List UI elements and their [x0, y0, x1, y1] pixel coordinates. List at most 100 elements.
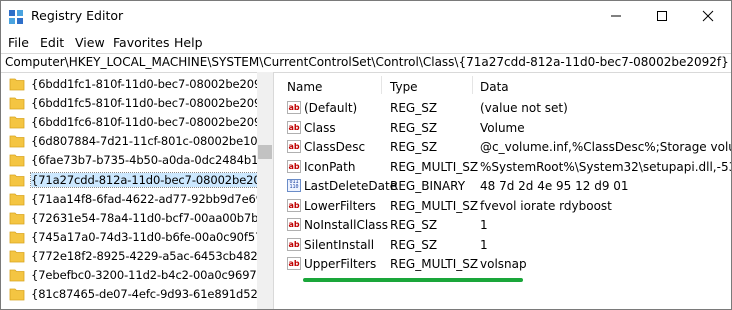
binary-value-icon: 011 110 [287, 179, 301, 192]
value-name: (Default) [304, 101, 358, 115]
tree-item[interactable]: {6fae73b7-b735-4b50-a0da-0dc2484b1f1a} [5, 151, 273, 169]
value-name: UpperFilters [304, 257, 377, 271]
tree-item-label: {71a27cdd-812a-11d0-bec7-08002be2092f} [29, 171, 273, 188]
value-data: 1 [480, 237, 488, 252]
registry-editor-app-icon [9, 10, 23, 24]
folder-icon [9, 269, 25, 282]
value-name: Class [304, 120, 336, 135]
highlight-underline [303, 278, 523, 282]
tree-item[interactable]: {72631e54-78a4-11d0-bcf7-00aa00b7b32a} [5, 209, 273, 227]
value-type: REG_BINARY [390, 179, 466, 193]
tree-item-label: {81c87465-de07-4efc-9d93-61e891d52fd2} [31, 287, 274, 302]
value-data: 1 [480, 218, 488, 232]
string-value-icon: ab [287, 120, 301, 134]
column-header-type[interactable]: Type [390, 80, 418, 94]
folder-icon [9, 212, 25, 225]
column-divider[interactable] [381, 76, 382, 94]
value-name: LastDeleteDate [304, 179, 398, 193]
value-row[interactable]: 011 110 LastDeleteDate REG_BINARY 48 7d 2d 4… [278, 176, 731, 196]
title-bar[interactable]: Registry Editor [1, 1, 731, 31]
menu-bar: File Edit View Favorites Help [1, 32, 731, 52]
maximize-button[interactable] [639, 1, 685, 31]
tree-item[interactable]: {6bdd1fc1-810f-11d0-bec7-08002be2092f} [5, 75, 273, 93]
string-value-icon: ab [287, 257, 301, 270]
value-row[interactable]: ab IconPath REG_MULTI_SZ %SystemRoot%\Syste… [278, 157, 731, 177]
value-name: SilentInstall [304, 237, 375, 252]
value-data: Volume [480, 120, 525, 135]
tree-item[interactable]: {6bdd1fc6-810f-11d0-bec7-08002be2092f} [5, 113, 273, 131]
tree-item[interactable]: {71aa14f8-6fad-4622-ad77-92bb9d7e6947} [5, 190, 273, 208]
address-bar[interactable]: Computer\HKEY_LOCAL_MACHINE\SYSTEM\Curre… [1, 53, 731, 73]
folder-icon [9, 250, 25, 263]
column-divider[interactable] [472, 76, 473, 94]
window-title: Registry Editor [31, 8, 124, 23]
tree-item-label: {7ebefbc0-3200-11d2-b4c2-00a0c9697d07} [31, 268, 274, 282]
value-row[interactable]: ab SilentInstall REG_SZ 1 [278, 235, 731, 255]
value-row[interactable]: ab NoInstallClass REG_SZ 1 [278, 215, 731, 235]
value-type: REG_SZ [390, 120, 438, 135]
tree-item-label: {6bdd1fc6-810f-11d0-bec7-08002be2092f} [31, 115, 274, 130]
string-value-icon: ab [287, 198, 301, 212]
value-data: %SystemRoot%\System32\setupapi.dll,-53 [480, 159, 731, 174]
folder-icon [9, 174, 25, 186]
minimize-icon [611, 15, 621, 17]
string-value-icon: ab [287, 140, 301, 153]
values-pane[interactable]: Name Type Data ab (Default) REG_SZ (value n… [278, 72, 731, 309]
value-name: NoInstallClass [304, 218, 389, 232]
value-name: ClassDesc [304, 140, 366, 154]
column-header-data[interactable]: Data [480, 80, 509, 94]
value-name: LowerFilters [304, 198, 376, 213]
tree-item[interactable]: {6bdd1fc5-810f-11d0-bec7-08002be2092f} [5, 94, 273, 112]
folder-icon [9, 288, 25, 301]
string-value-icon: ab [287, 218, 301, 231]
close-icon [702, 10, 714, 22]
column-header-name[interactable]: Name [287, 80, 322, 94]
value-type: REG_MULTI_SZ [390, 198, 479, 213]
value-row[interactable]: ab ClassDesc REG_SZ @c_volume.inf,%ClassDes… [278, 137, 731, 157]
menu-file[interactable]: File [8, 35, 29, 50]
value-data: fvevol iorate rdyboost [480, 198, 612, 213]
folder-icon [9, 193, 25, 205]
minimize-button[interactable] [593, 1, 639, 31]
tree-item[interactable]: {772e18f2-8925-4229-a5ac-6453cb482fda} [5, 247, 273, 265]
tree-item[interactable]: {6d807884-7d21-11cf-801c-08002be10318} [5, 132, 273, 150]
string-value-icon: ab [287, 237, 301, 251]
menu-favorites[interactable]: Favorites [113, 35, 169, 50]
close-button[interactable] [685, 1, 731, 31]
tree-item[interactable]: {71a27cdd-812a-11d0-bec7-08002be2092f} [5, 171, 273, 189]
tree-item-label: {6bdd1fc5-810f-11d0-bec7-08002be2092f} [31, 96, 274, 111]
value-data: volsnap [480, 257, 527, 271]
tree-item[interactable]: {81c87465-de07-4efc-9d93-61e891d52fd2} [5, 285, 273, 303]
menu-help[interactable]: Help [174, 35, 203, 50]
folder-icon [9, 97, 25, 110]
menu-view[interactable]: View [75, 35, 105, 50]
folder-icon [9, 135, 25, 148]
tree-item-label: {71aa14f8-6fad-4622-ad77-92bb9d7e6947} [31, 191, 274, 206]
tree-scrollbar-thumb[interactable] [258, 145, 272, 159]
tree-scrollbar[interactable] [257, 72, 273, 309]
address-path: Computer\HKEY_LOCAL_MACHINE\SYSTEM\Curre… [5, 55, 729, 69]
value-row[interactable]: ab LowerFilters REG_MULTI_SZ fvevol iorate … [278, 196, 731, 216]
value-row[interactable]: ab (Default) REG_SZ (value not set) [278, 98, 731, 118]
tree-item[interactable]: {745a17a0-74d3-11d0-b6fe-00a0c90f57da} [5, 228, 273, 246]
value-row[interactable]: ab UpperFilters REG_MULTI_SZ volsnap [278, 254, 731, 274]
value-type: REG_SZ [390, 140, 438, 154]
tree-item-label: {72631e54-78a4-11d0-bcf7-00aa00b7b32a} [31, 210, 274, 225]
folder-icon [9, 231, 25, 244]
maximize-icon [657, 11, 667, 21]
value-data: 48 7d 2d 4e 95 12 d9 01 [480, 179, 629, 193]
tree-item-label: {6d807884-7d21-11cf-801c-08002be10318} [31, 134, 274, 149]
value-row[interactable]: ab Class REG_SZ Volume [278, 118, 731, 138]
value-type: REG_MULTI_SZ [390, 257, 479, 271]
string-value-icon: ab [287, 159, 301, 173]
value-name: IconPath [304, 159, 356, 174]
value-data: (value not set) [480, 101, 568, 115]
key-tree-pane[interactable]: {6bdd1fc1-810f-11d0-bec7-08002be2092f} {6… [1, 72, 274, 309]
value-type: REG_SZ [390, 237, 438, 252]
tree-item[interactable]: {7ebefbc0-3200-11d2-b4c2-00a0c9697d07} [5, 266, 273, 284]
folder-icon [9, 116, 25, 129]
menu-edit[interactable]: Edit [40, 35, 64, 50]
registry-editor-window: Registry Editor File Edit View Favorites… [0, 0, 732, 310]
value-data: @c_volume.inf,%ClassDesc%;Storage volume… [480, 140, 731, 154]
folder-icon [9, 154, 25, 167]
